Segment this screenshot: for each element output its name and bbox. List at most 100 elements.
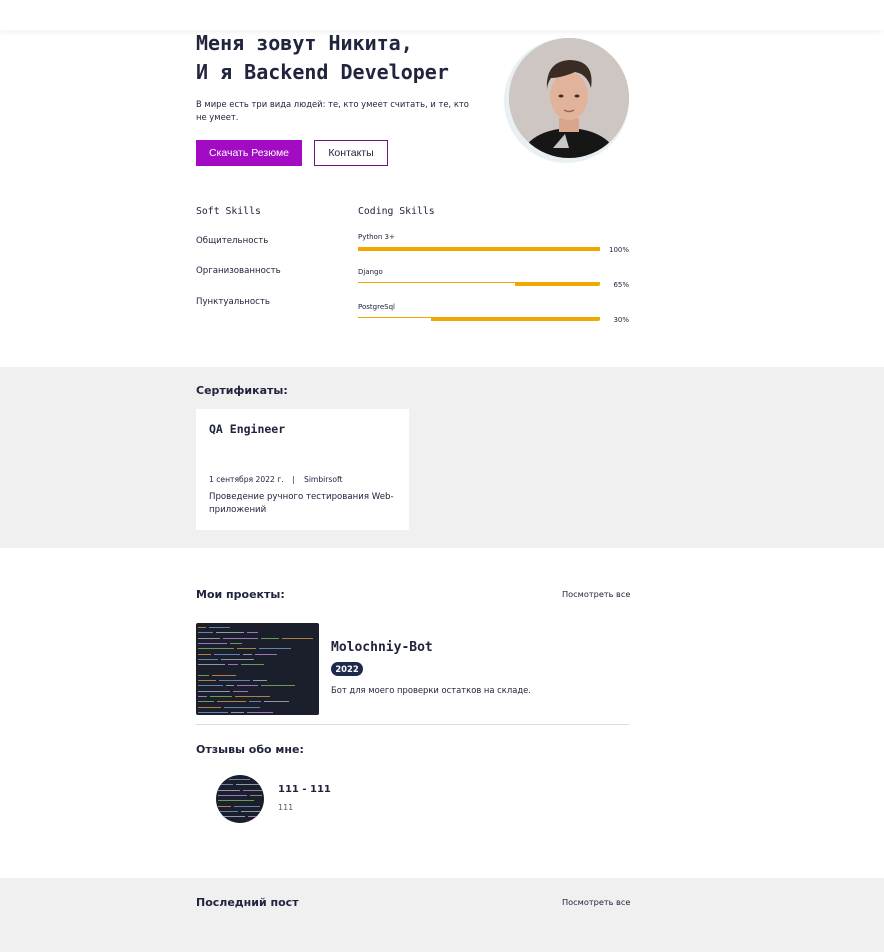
code-line bbox=[198, 653, 211, 655]
code-line bbox=[224, 706, 260, 708]
code-line bbox=[198, 627, 206, 628]
code-line bbox=[209, 627, 230, 628]
soft-skill-item: Пунктуальность bbox=[196, 297, 270, 307]
coding-skill-bar bbox=[358, 282, 600, 286]
soft-skill-item: Общительность bbox=[196, 236, 269, 246]
code-line bbox=[218, 794, 247, 796]
certificate-issuer: Simbirsoft bbox=[304, 475, 343, 484]
avatar-ring bbox=[504, 38, 629, 163]
last-post-section: Последний пост Посмотреть все bbox=[0, 878, 884, 952]
code-line bbox=[198, 637, 220, 639]
code-line bbox=[198, 680, 216, 681]
certificate-separator: | bbox=[292, 475, 295, 484]
certificate-date: 1 сентября 2022 г. bbox=[209, 475, 284, 484]
bar-fill bbox=[430, 317, 600, 321]
code-line bbox=[230, 642, 242, 644]
soft-skill-item: Организованность bbox=[196, 266, 281, 276]
code-line bbox=[212, 674, 236, 676]
code-line bbox=[249, 701, 261, 703]
code-line bbox=[198, 685, 223, 687]
code-line bbox=[243, 653, 252, 655]
coding-skill-percent: 100% bbox=[608, 246, 629, 254]
bar-fill bbox=[515, 282, 600, 286]
last-post-heading: Последний пост bbox=[196, 896, 299, 909]
code-line bbox=[264, 701, 289, 703]
code-line bbox=[237, 648, 256, 650]
code-line bbox=[218, 789, 240, 791]
code-line bbox=[282, 637, 313, 639]
code-line bbox=[198, 674, 209, 676]
download-resume-button[interactable]: Скачать Резюме bbox=[196, 140, 302, 166]
code-line bbox=[241, 810, 262, 812]
hero-section: Меня зовут Никита, И я Backend Developer… bbox=[0, 0, 884, 367]
code-line bbox=[198, 664, 225, 666]
code-line bbox=[237, 685, 258, 687]
code-line bbox=[247, 632, 258, 634]
coding-skills-heading: Coding Skills bbox=[358, 206, 435, 217]
code-line bbox=[226, 685, 234, 687]
code-line bbox=[261, 685, 295, 687]
code-line bbox=[198, 701, 214, 703]
code-line bbox=[236, 784, 262, 786]
coding-skill-label: Django bbox=[358, 268, 383, 276]
code-line bbox=[198, 632, 213, 634]
code-line bbox=[223, 637, 258, 639]
coding-skill-percent: 30% bbox=[613, 316, 629, 324]
projects-see-all-link[interactable]: Посмотреть все bbox=[562, 589, 630, 599]
code-line bbox=[243, 789, 262, 791]
review-author: 111 - 111 bbox=[278, 784, 331, 795]
code-line bbox=[198, 690, 230, 692]
code-screenshot-icon[interactable] bbox=[196, 623, 319, 715]
code-line bbox=[198, 658, 218, 660]
code-line bbox=[253, 680, 267, 681]
title-line-2: И я Backend Developer bbox=[196, 60, 449, 84]
project-title[interactable]: Molochniy-Bot bbox=[331, 640, 433, 655]
code-line bbox=[218, 816, 245, 818]
code-line bbox=[216, 632, 244, 634]
code-line bbox=[221, 658, 254, 660]
certificate-description: Проведение ручного тестирования Web-прил… bbox=[209, 492, 394, 515]
code-line bbox=[229, 779, 250, 780]
code-line bbox=[231, 711, 244, 713]
contacts-button[interactable]: Контакты bbox=[314, 140, 388, 166]
code-line bbox=[218, 810, 238, 812]
code-line bbox=[218, 800, 254, 802]
divider bbox=[196, 724, 629, 725]
code-line bbox=[233, 690, 248, 692]
code-avatar-icon bbox=[216, 775, 264, 823]
code-line bbox=[218, 805, 231, 807]
code-line bbox=[250, 794, 262, 796]
coding-skill-percent: 65% bbox=[613, 281, 629, 289]
code-line bbox=[218, 779, 226, 780]
year-badge: 2022 bbox=[331, 662, 363, 676]
certificates-heading: Сертификаты: bbox=[196, 384, 288, 397]
code-line bbox=[198, 648, 234, 650]
code-line bbox=[255, 653, 277, 655]
project-description: Бот для моего проверки остатков на склад… bbox=[331, 685, 531, 695]
code-line bbox=[219, 680, 250, 681]
code-line bbox=[248, 816, 258, 818]
coding-skill-label: Python 3+ bbox=[358, 233, 395, 241]
hero-description: В мире есть три вида людей: те, кто умее… bbox=[196, 99, 469, 122]
certificate-card[interactable]: QA Engineer 1 сентября 2022 г. | Simbirs… bbox=[196, 409, 409, 530]
person-photo-icon bbox=[509, 38, 629, 158]
reviews-heading: Отзывы обо мне: bbox=[196, 743, 304, 756]
page-title: Меня зовут Никита, И я Backend Developer bbox=[196, 29, 449, 87]
code-line bbox=[241, 664, 264, 666]
code-line bbox=[214, 653, 240, 655]
code-line bbox=[235, 695, 270, 697]
coding-skill-bar bbox=[358, 247, 600, 251]
coding-skill-label: PostgreSql bbox=[358, 303, 395, 311]
top-navbar bbox=[0, 0, 884, 30]
code-line bbox=[259, 648, 291, 650]
certificate-title: QA Engineer bbox=[209, 422, 286, 436]
bar-fill bbox=[358, 247, 600, 251]
code-line bbox=[198, 711, 228, 713]
code-line bbox=[217, 701, 246, 703]
last-post-see-all-link[interactable]: Посмотреть все bbox=[562, 897, 630, 907]
code-line bbox=[198, 695, 207, 697]
code-line bbox=[261, 637, 279, 639]
code-line bbox=[247, 711, 273, 713]
review-text: 111 bbox=[278, 803, 294, 812]
soft-skills-heading: Soft Skills bbox=[196, 206, 261, 217]
